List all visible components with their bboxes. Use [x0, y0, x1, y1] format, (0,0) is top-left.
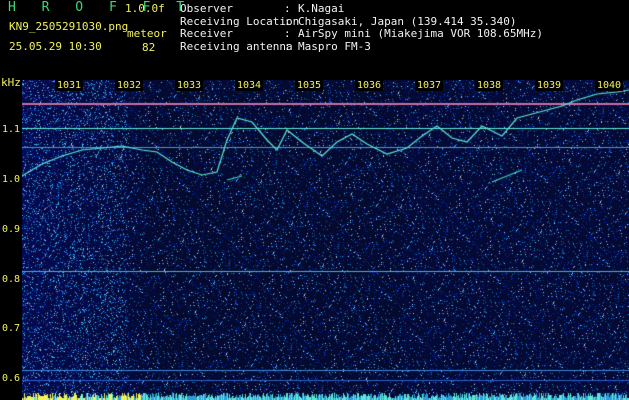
- info-key: Receiver: [180, 27, 233, 40]
- info-value: K.Nagai: [298, 2, 345, 15]
- y-tick-label: 0.8: [2, 274, 21, 285]
- spectrogram-canvas: [22, 80, 629, 400]
- y-tick-label: 1.0: [2, 174, 21, 185]
- time-tick-label: 1035: [295, 80, 324, 91]
- info-key: Observer: [180, 2, 233, 15]
- file-name: KN9_2505291030.png: [9, 20, 129, 33]
- info-row-receiver: Receiver: AirSpy mini (Miakejima VOR 108.…: [180, 27, 544, 40]
- y-tick-label: 0.6: [2, 373, 21, 384]
- y-tick-label: 0.9: [2, 224, 21, 235]
- y-tick-label: 1.1: [2, 124, 21, 135]
- info-row-antenna: Receiving antenna: Maspro FM-3: [180, 39, 371, 53]
- info-row-observer: Observer: K.Nagai: [180, 2, 345, 15]
- time-tick-label: 1036: [355, 80, 384, 91]
- meteor-count: 82: [142, 41, 156, 54]
- app-title: H R O F F T: [8, 0, 194, 15]
- info-key: Receiving antenna: [180, 39, 293, 53]
- station-info-panel: Observer: K.Nagai Receiving Location: Chig…: [180, 2, 544, 53]
- app-version: 1.0.0f: [125, 2, 165, 15]
- time-tick-label: 1040: [595, 80, 624, 91]
- time-tick-label: 1038: [475, 80, 504, 91]
- info-value: Maspro FM-3: [298, 39, 371, 53]
- time-tick-label: 1032: [115, 80, 144, 91]
- time-tick-label: 1031: [55, 80, 84, 91]
- time-tick-label: 1033: [175, 80, 204, 91]
- info-value: AirSpy mini (Miakejima VOR 108.65MHz): [298, 27, 544, 40]
- y-axis-unit: kHz: [1, 76, 21, 89]
- time-tick-label: 1039: [535, 80, 564, 91]
- time-tick-label: 1037: [415, 80, 444, 91]
- time-tick-label: 1034: [235, 80, 264, 91]
- meteor-label: meteor: [127, 27, 167, 40]
- observation-datetime: 25.05.29 10:30: [9, 40, 102, 53]
- y-tick-label: 0.7: [2, 323, 21, 334]
